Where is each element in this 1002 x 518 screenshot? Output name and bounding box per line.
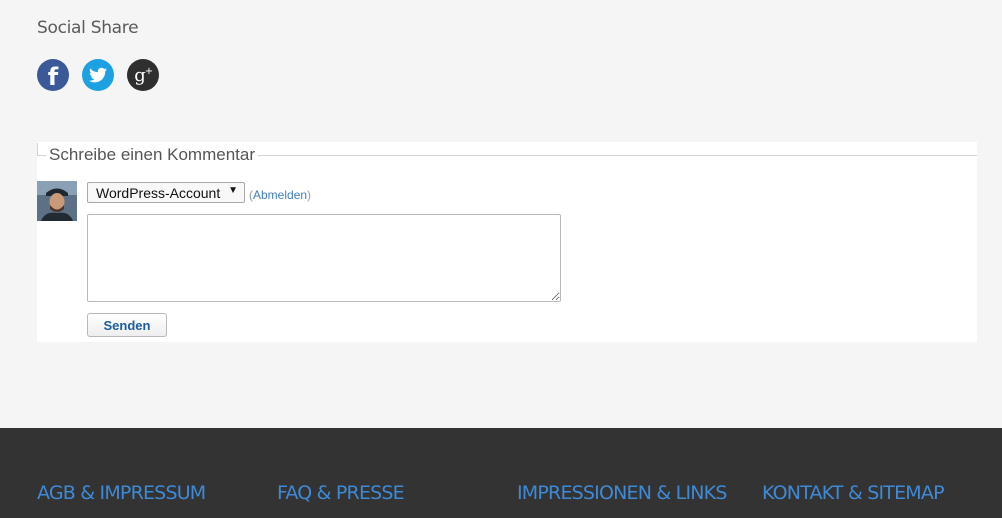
comment-textarea[interactable] [87,214,561,302]
social-share-title: Social Share [37,18,139,38]
fieldset-border-left [37,143,38,156]
account-select[interactable]: WordPress-Account ▼ [87,182,245,203]
logout-link[interactable]: Abmelden [253,188,307,202]
chevron-down-icon: ▼ [228,185,238,196]
svg-text:f: f [48,63,59,91]
account-select-value: WordPress-Account [96,185,221,201]
google-plus-icon[interactable]: g + [127,59,159,91]
footer-link-kontakt-sitemap[interactable]: KONTAKT & SITEMAP [762,482,945,504]
footer: AGB & IMPRESSUM FAQ & PRESSE IMPRESSIONE… [0,428,1002,518]
logout-close-paren: ) [307,188,312,202]
footer-link-agb-impressum[interactable]: AGB & IMPRESSUM [37,482,206,504]
comment-heading: Schreibe einen Kommentar [46,145,259,165]
social-icons: f g + [37,59,172,91]
facebook-icon[interactable]: f [37,59,69,91]
twitter-icon[interactable] [82,59,114,91]
comment-form: Schreibe einen Kommentar WordPress-Accou… [37,142,977,342]
avatar [37,181,77,221]
footer-link-impressionen-links[interactable]: IMPRESSIONEN & LINKS [517,482,727,504]
logout-wrapper: (Abmelden) [249,188,311,202]
svg-text:+: + [145,66,153,77]
footer-link-faq-presse[interactable]: FAQ & PRESSE [277,482,405,504]
send-button[interactable]: Senden [87,313,167,337]
